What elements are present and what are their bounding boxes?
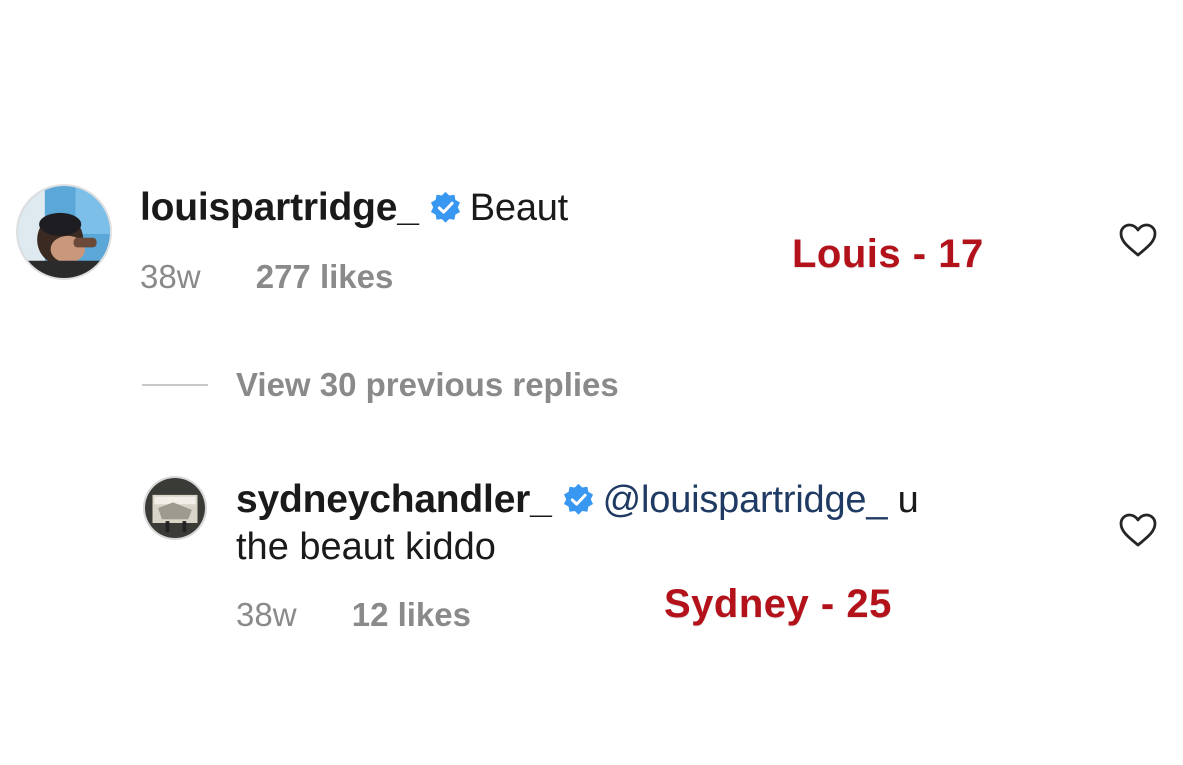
verified-badge-icon xyxy=(430,191,460,223)
avatar-image xyxy=(145,478,205,538)
reply-like-heart-icon[interactable] xyxy=(1118,512,1158,548)
comment-age[interactable]: 38w xyxy=(140,258,201,295)
annotation-sydney: Sydney - 25 xyxy=(664,582,892,626)
avatar-louispartridge[interactable] xyxy=(16,184,112,280)
reply-username[interactable]: sydneychandler_ @louispartridge_ u xyxy=(236,478,919,522)
reply-likes-count[interactable]: 12 likes xyxy=(352,596,471,633)
comment-text: Beaut xyxy=(469,187,569,229)
avatar-sydneychandler[interactable] xyxy=(143,476,207,540)
reply-age[interactable]: 38w xyxy=(236,596,297,633)
reply-username-text[interactable]: sydneychandler_ xyxy=(236,478,552,521)
reply-mention-link[interactable]: @louispartridge_ xyxy=(603,479,888,521)
comment-meta: 38w 277 likes xyxy=(140,258,393,296)
avatar-image xyxy=(18,186,110,278)
comment-like-heart-icon[interactable] xyxy=(1118,222,1158,258)
view-previous-replies-button[interactable]: View 30 previous replies xyxy=(236,366,619,404)
replies-divider xyxy=(142,384,208,386)
comment-username-text[interactable]: louispartridge_ xyxy=(140,186,419,229)
reply-text-line2: the beaut kiddo xyxy=(236,526,496,568)
verified-badge-icon xyxy=(563,483,593,515)
reply-text-line1: u xyxy=(887,479,919,521)
comment-likes-count[interactable]: 277 likes xyxy=(256,258,394,295)
annotation-louis: Louis - 17 xyxy=(792,232,984,276)
reply-meta: 38w 12 likes xyxy=(236,596,471,634)
comment-username[interactable]: louispartridge_ Beaut xyxy=(140,186,568,230)
